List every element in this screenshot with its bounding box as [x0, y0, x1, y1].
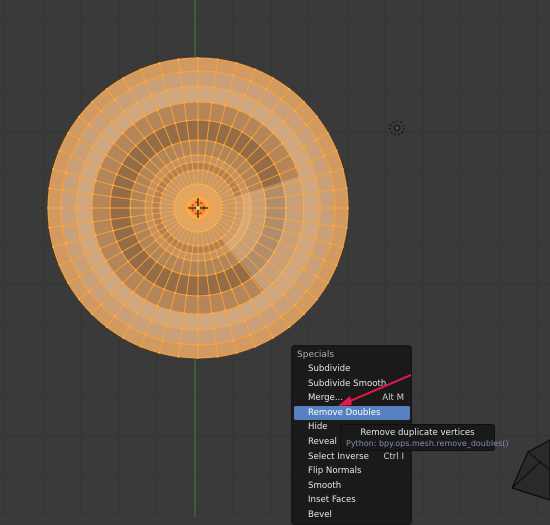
menu-item-label: Reveal [308, 437, 337, 447]
menu-item-label: Smooth [308, 480, 342, 491]
menu-item-shortcut: Alt M [382, 393, 404, 404]
menu-item-label: Merge... [308, 393, 344, 404]
menu-item[interactable]: Remove Doubles [294, 405, 410, 420]
menu-item[interactable]: Subdivide [294, 362, 410, 376]
menu-item-label: Select Inverse [308, 451, 369, 462]
menu-item-shortcut: Ctrl I [383, 451, 404, 462]
menu-item-label: Subdivide [308, 364, 351, 374]
menu-item[interactable]: Merge... Alt M [294, 391, 410, 405]
tooltip-python: Python: bpy.ops.mesh.remove_doubles() [346, 439, 509, 448]
menu-item[interactable]: Flip Normals [294, 464, 410, 478]
camera-icon[interactable] [511, 439, 550, 501]
menu-item-label: Inset Faces [308, 495, 356, 506]
tooltip: Remove duplicate vertices Python: bpy.op… [340, 424, 509, 451]
menu-item[interactable]: Subdivide Smooth [294, 377, 410, 391]
menu-item-label: Hide [308, 422, 328, 433]
menu-item-label: Bevel [308, 510, 332, 520]
menu-item[interactable]: Inset Faces [294, 493, 410, 507]
menu-item-label: Flip Normals [308, 466, 362, 477]
menu-item[interactable]: Bevel [294, 508, 410, 522]
menu-title: Specials [297, 350, 335, 360]
menu-item-label: Subdivide Smooth [308, 378, 387, 389]
menu-item[interactable]: Select Inverse Ctrl I [294, 450, 410, 464]
menu-item[interactable]: Smooth [294, 479, 410, 493]
menu-item-label: Remove Doubles [308, 407, 381, 418]
tooltip-title: Remove duplicate vertices [360, 428, 475, 438]
lamp-icon[interactable] [389, 120, 405, 136]
